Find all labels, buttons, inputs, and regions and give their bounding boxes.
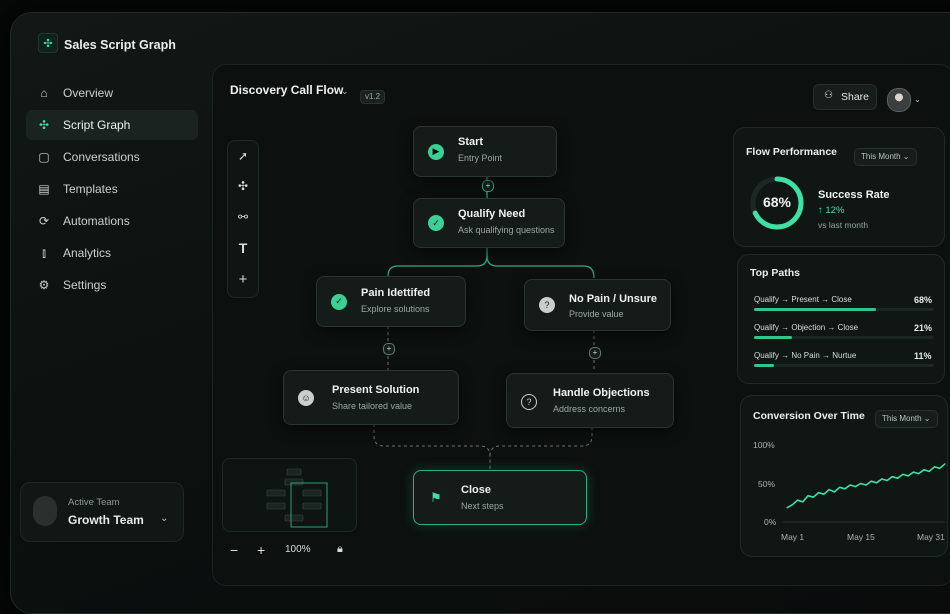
node-subtitle: Share tailored value [332, 401, 413, 411]
data-point [839, 486, 841, 488]
success-rate-value: 68% [762, 194, 792, 210]
flow-node-start[interactable]: ▶ Start Entry Point [413, 126, 557, 177]
node-title: Close [461, 484, 491, 496]
check-icon: ✓ [428, 215, 444, 231]
play-icon: ▶ [428, 143, 444, 160]
data-point [807, 495, 809, 497]
success-rate-delta: ↑ 12% [818, 205, 845, 216]
add-step-handle[interactable]: + [589, 347, 601, 359]
card-title: Flow Performance [746, 146, 838, 158]
data-point [902, 473, 904, 475]
data-point [865, 484, 867, 486]
node-title: Handle Objections [553, 387, 650, 399]
data-point [897, 477, 899, 479]
question-icon: ? [521, 393, 537, 410]
data-point [860, 482, 862, 485]
node-subtitle: Provide value [569, 309, 624, 319]
data-point [791, 504, 793, 506]
zoom-level: 100% [285, 544, 311, 555]
data-point [881, 478, 883, 480]
data-point [823, 493, 825, 495]
success-rate-label: Success Rate [818, 189, 890, 201]
zoom-in-button[interactable]: + [257, 542, 265, 558]
data-point [891, 476, 893, 478]
zoom-out-button[interactable]: − [230, 542, 238, 558]
smile-icon: ☺ [298, 389, 314, 406]
data-point [818, 492, 820, 494]
data-point [844, 488, 846, 490]
path-bar [754, 308, 934, 311]
flag-icon: ⚑ [430, 489, 442, 505]
path-value: 21% [914, 323, 933, 333]
path-label: Qualify → No Pain → Nurtue [754, 351, 857, 360]
data-point [923, 469, 925, 471]
data-point [875, 482, 878, 484]
data-point [828, 489, 830, 491]
data-point [886, 479, 888, 482]
flow-node-pain-identified[interactable]: ✓ Pain Idettifed Explore solutions [316, 276, 466, 327]
canvas-minimap[interactable] [222, 458, 357, 532]
question-icon: ? [539, 297, 555, 313]
flow-node-no-pain[interactable]: ? No Pain / Unsure Provide value [524, 279, 671, 331]
period-dropdown[interactable]: This Month ⌄ [854, 148, 917, 166]
flow-node-qualify-need[interactable]: ✓ Qualify Need Ask qualifying questions [413, 198, 565, 248]
minimap-preview [266, 468, 328, 528]
node-title: Qualify Need [458, 208, 526, 220]
data-point [812, 496, 814, 498]
node-subtitle: Entry Point [458, 153, 503, 163]
node-title: No Pain / Unsure [569, 293, 658, 305]
path-bar-fill [754, 364, 774, 367]
data-point [907, 475, 909, 477]
conversion-card: Conversion Over Time This Month ⌄ 100% 5… [740, 395, 948, 557]
data-point [786, 507, 788, 509]
top-paths-card: Top Paths Qualify → Present → Close 68% … [737, 254, 945, 384]
data-point [944, 463, 946, 465]
conversion-series-line [786, 463, 946, 509]
add-step-handle[interactable]: + [383, 343, 395, 355]
node-subtitle: Address concerns [553, 404, 626, 414]
data-point [912, 471, 914, 473]
flow-performance-card: Flow Performance This Month ⌄ 68% Succes… [733, 127, 945, 247]
node-subtitle: Explore solutions [361, 304, 430, 314]
lock-icon[interactable]: 🔒︎ [337, 543, 343, 556]
data-point [939, 467, 941, 469]
data-point [796, 499, 799, 501]
path-bar-fill [754, 308, 877, 311]
data-point [933, 466, 936, 468]
period-label: This Month [861, 152, 901, 161]
node-subtitle: Ask qualifying questions [458, 225, 555, 235]
path-bar [754, 364, 934, 367]
node-title: Present Solution [332, 384, 420, 396]
zoom-controls: − + 100% 🔒︎ [222, 540, 355, 560]
path-bar [754, 336, 934, 339]
data-point [849, 484, 851, 486]
path-value: 68% [914, 295, 933, 305]
path-label: Qualify → Objection → Close [754, 323, 859, 332]
connector-handle[interactable]: + [482, 180, 494, 192]
delta-note: vs last month [818, 220, 869, 230]
flow-node-close[interactable]: ⚑ Close Next steps [413, 470, 587, 525]
flow-node-present-solution[interactable]: ☺ Present Solution Share tailored value [283, 370, 459, 425]
node-title: Pain Idettifed [361, 287, 431, 299]
data-point [928, 470, 930, 472]
path-bar-fill [754, 336, 792, 339]
data-point [854, 486, 857, 488]
node-title: Start [458, 136, 484, 148]
flow-node-handle-objections[interactable]: ? Handle Objections Address concerns [506, 373, 674, 428]
data-point [870, 480, 872, 482]
path-label: Qualify → Present → Close [754, 295, 852, 304]
check-icon: ✓ [331, 293, 347, 310]
card-title: Top Paths [750, 267, 800, 279]
path-value: 11% [914, 351, 932, 361]
conversion-line-chart [783, 463, 946, 523]
data-point [802, 501, 804, 503]
data-point [833, 491, 835, 493]
node-subtitle: Next steps [461, 501, 504, 511]
data-point [918, 473, 920, 475]
